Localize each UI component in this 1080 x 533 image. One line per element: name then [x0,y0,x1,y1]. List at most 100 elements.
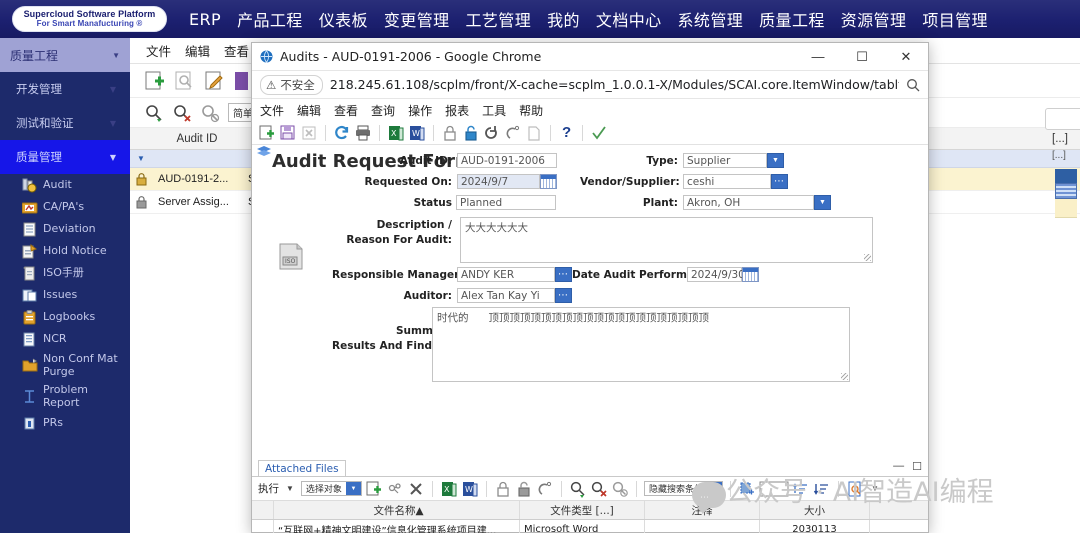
brand-logo[interactable]: Supercloud Software Platform For Smart M… [12,6,167,32]
input-audit-id[interactable]: AUD-0191-2006 [457,153,557,168]
column-header-more[interactable]: [...] [1040,133,1080,145]
table-row[interactable]: “互联网+精神文明建设”信息化管理系统项目建... Microsoft Word… [252,520,928,533]
lookup-icon[interactable]: ⋯ [771,174,788,189]
purple-item-icon[interactable] [234,71,250,91]
input-vendor-supplier[interactable]: ceshi [683,174,771,189]
nav-item-dashboard[interactable]: 仪表板 [319,7,368,31]
nav-item-resource-management[interactable]: 资源管理 [841,7,907,31]
sidebar-group-test-validation[interactable]: 测试和验证 ▼ [0,106,130,140]
delete-icon[interactable] [300,124,318,142]
clear-search-icon[interactable] [590,480,608,498]
close-button[interactable]: ✕ [884,43,928,70]
overflow-chevron-icon[interactable]: ▼ [867,484,883,493]
disable-search-icon[interactable] [200,103,220,123]
column-header-file-name[interactable]: 文件名称▲ [274,501,520,519]
disable-search-icon[interactable] [611,480,629,498]
textarea-description[interactable]: 大大大大大大 [460,217,873,263]
remove-file-icon[interactable] [407,480,425,498]
calendar-icon[interactable] [742,267,759,282]
bg-menu-edit[interactable]: 编辑 [185,41,210,60]
nav-item-change-management[interactable]: 变更管理 [384,7,450,31]
input-date-audit-performed[interactable]: 2024/9/30 [687,267,745,282]
panel-minimize-button[interactable]: — [893,460,904,473]
nav-item-erp[interactable]: ERP [189,10,221,29]
sidebar-item-logbooks[interactable]: Logbooks [0,306,130,328]
column-header-file-type[interactable]: 文件类型 [...] [520,501,645,519]
background-search-field[interactable] [1045,108,1080,130]
tab-attached-files[interactable]: Attached Files [258,460,346,476]
search-item-icon[interactable] [174,70,196,92]
textarea-summary[interactable]: 时代的 顶顶顶顶顶顶顶顶顶顶顶顶顶顶顶顶顶顶顶顶顶 [432,307,850,382]
check-icon[interactable] [590,124,608,142]
column-header-audit-id[interactable]: Audit ID [152,133,242,145]
chevron-down-icon[interactable]: ▼ [345,482,361,495]
sidebar-item-non-conf-mat-purge[interactable]: Non Conf Mat Purge [0,350,130,381]
select-object-dropdown[interactable]: 选择对象 ▼ [300,481,362,496]
sidebar-group-development[interactable]: 开发管理 ▼ [0,72,130,106]
maximize-button[interactable]: ☐ [840,43,884,70]
menu-edit[interactable]: 编辑 [297,102,321,119]
input-requested-on[interactable]: 2024/9/7 [457,174,540,189]
resize-handle[interactable] [864,254,871,261]
resize-handle[interactable] [841,373,848,380]
input-auditor[interactable]: Alex Tan Kay Yi [457,288,555,303]
word-export-icon[interactable]: W [408,124,426,142]
new-item-icon[interactable] [144,70,166,92]
chevron-down-icon[interactable]: ▼ [767,153,784,168]
word-export-icon[interactable]: W [461,480,479,498]
sidebar-group-quality-management[interactable]: 质量管理 ▼ [0,140,130,174]
search-document-icon[interactable] [846,480,864,498]
nav-item-mine[interactable]: 我的 [547,7,580,31]
sort-descending-icon[interactable] [813,480,831,498]
menu-report[interactable]: 报表 [445,102,469,119]
chevron-down-icon[interactable]: ▼ [282,484,298,493]
execute-menu-label[interactable]: 执行 [258,481,279,496]
print-icon[interactable] [354,124,372,142]
menu-query[interactable]: 查询 [371,102,395,119]
unlock-icon[interactable] [462,124,480,142]
help-icon[interactable]: ? [558,124,575,141]
paste-icon[interactable] [525,124,543,142]
sort-ascending-icon[interactable] [792,480,810,498]
zoom-out-icon[interactable] [906,78,920,92]
nav-item-quality-engineering[interactable]: 质量工程 [759,7,825,31]
sidebar-item-problem-report[interactable]: Problem Report [0,381,130,412]
sidebar-item-deviation[interactable]: Deviation [0,218,130,240]
chrome-title-bar[interactable]: Audits - AUD-0191-2006 - Google Chrome —… [252,43,928,71]
panel-maximize-button[interactable]: ☐ [912,460,922,473]
new-icon[interactable] [258,124,276,142]
input-responsible-manager[interactable]: ANDY KER [457,267,555,282]
sidebar-item-audit[interactable]: Audit [0,174,130,196]
sidebar-header[interactable]: 质量工程 ▼ [0,38,130,72]
excel-export-icon[interactable]: X [387,124,405,142]
redo-icon[interactable] [504,124,522,142]
sidebar-item-issues[interactable]: Issues [0,284,130,306]
lookup-icon[interactable]: ⋯ [555,288,572,303]
sidebar-item-hold-notice[interactable]: Hold Notice [0,240,130,262]
chevron-down-icon[interactable]: ▼ [814,195,831,210]
filter-caret-icon[interactable]: ▼ [130,154,152,163]
nav-item-product-engineering[interactable]: 产品工程 [237,7,303,31]
nav-item-document-center[interactable]: 文档中心 [596,7,662,31]
sidebar-item-prs[interactable]: PRs [0,413,130,435]
find-next-icon[interactable] [144,103,164,123]
refresh-icon[interactable] [333,124,351,142]
sidebar-item-ncr[interactable]: NCR [0,328,130,350]
bg-menu-view[interactable]: 查看 [224,41,249,60]
edit-item-icon[interactable] [204,70,226,92]
lock-icon[interactable] [441,124,459,142]
undo-icon[interactable] [483,124,501,142]
column-header-size[interactable]: 大小 [760,501,870,519]
sidebar-item-iso-manual[interactable]: ISO手册 [0,262,130,284]
redo-icon[interactable] [536,480,554,498]
calendar-icon[interactable] [540,174,557,189]
unlock-icon[interactable] [515,480,533,498]
input-status[interactable]: Planned [456,195,556,210]
menu-help[interactable]: 帮助 [519,102,543,119]
bg-menu-file[interactable]: 文件 [146,41,171,60]
link-file-icon[interactable] [386,480,404,498]
menu-operation[interactable]: 操作 [408,102,432,119]
minimize-button[interactable]: — [796,43,840,70]
excel-export-icon[interactable]: X [440,480,458,498]
sidebar-item-capas[interactable]: CA/PA's [0,196,130,218]
